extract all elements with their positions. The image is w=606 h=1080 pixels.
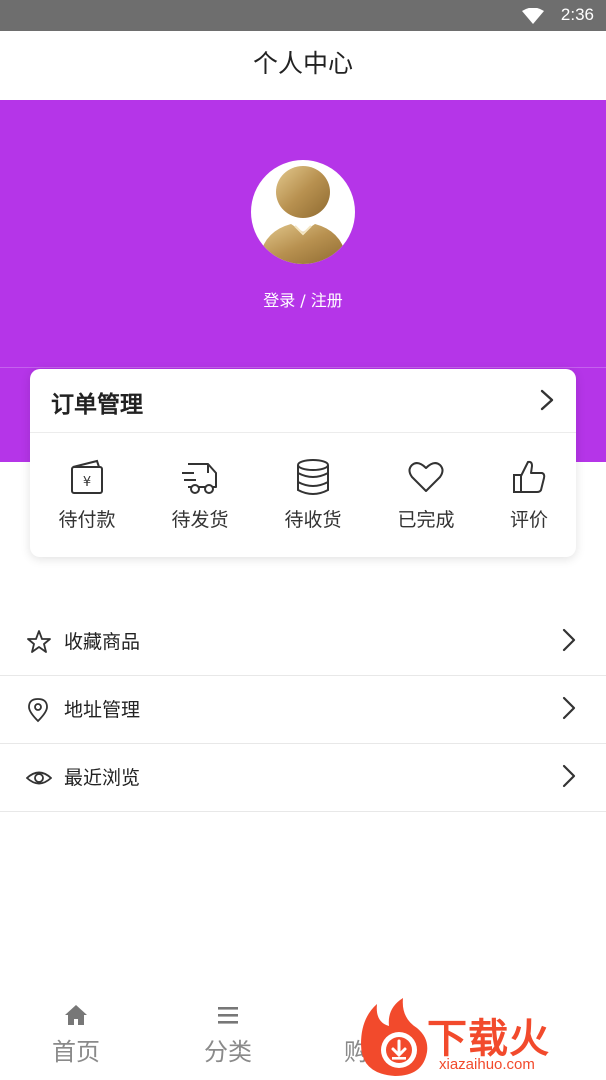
order-completed[interactable]: 已完成 <box>381 457 471 532</box>
order-management-title: 订单管理 <box>51 392 143 418</box>
watermark-url: xiazaihuo.com <box>439 1056 535 1073</box>
page-title: 个人中心 <box>0 31 606 100</box>
eye-icon <box>26 771 52 785</box>
order-review[interactable]: 评价 <box>484 457 574 532</box>
wifi-icon <box>522 8 544 24</box>
svg-text:¥: ¥ <box>83 475 91 490</box>
order-item-label: 待收货 <box>284 509 342 531</box>
thumbs-up-icon <box>513 460 546 493</box>
watermark-logo: 下载火 xiazaihuo.com <box>355 996 606 1080</box>
status-time: 2:36 <box>560 5 594 24</box>
status-bar: 2:36 <box>0 0 606 31</box>
wallet-icon: ¥ <box>71 459 103 494</box>
home-icon <box>65 1005 87 1025</box>
tab-label: 分类 <box>204 1038 252 1066</box>
tab-label: 首页 <box>52 1038 100 1066</box>
menu-list: 收藏商品 地址管理 最近浏览 <box>0 608 606 812</box>
coins-icon <box>297 459 329 495</box>
chevron-right-icon <box>562 696 576 720</box>
order-pending-payment[interactable]: ¥ 待付款 <box>42 457 132 532</box>
menu-item-favorites[interactable]: 收藏商品 <box>0 608 606 676</box>
order-management-header[interactable]: 订单管理 <box>30 369 576 433</box>
user-avatar-icon <box>259 166 347 264</box>
hero-divider <box>0 367 606 368</box>
truck-icon <box>182 463 217 494</box>
heart-icon <box>408 462 444 492</box>
avatar[interactable] <box>251 160 355 264</box>
order-pending-receipt[interactable]: 待收货 <box>268 457 358 532</box>
flame-logo-icon <box>361 998 428 1076</box>
order-item-label: 待发货 <box>171 509 229 531</box>
order-management-card: 订单管理 ¥ 待付款 待发货 待收货 已完成 评价 <box>30 369 576 557</box>
chevron-right-icon <box>562 764 576 788</box>
menu-item-label: 最近浏览 <box>64 767 141 789</box>
tab-category[interactable]: 分类 <box>188 1004 268 1067</box>
menu-item-recent[interactable]: 最近浏览 <box>0 744 606 812</box>
order-item-label: 已完成 <box>397 509 455 531</box>
tab-home[interactable]: 首页 <box>36 1004 116 1067</box>
star-icon <box>27 630 51 653</box>
chevron-right-icon <box>562 628 576 652</box>
chevron-right-icon <box>540 389 554 411</box>
login-register-link[interactable]: 登录 / 注册 <box>0 287 606 311</box>
menu-item-label: 收藏商品 <box>64 631 141 653</box>
order-item-label: 评价 <box>509 509 548 531</box>
menu-item-address[interactable]: 地址管理 <box>0 676 606 744</box>
order-item-label: 待付款 <box>58 509 116 531</box>
order-pending-shipment[interactable]: 待发货 <box>155 457 245 532</box>
menu-icon <box>218 1007 238 1024</box>
menu-item-label: 地址管理 <box>64 699 141 721</box>
location-pin-icon <box>28 698 48 723</box>
